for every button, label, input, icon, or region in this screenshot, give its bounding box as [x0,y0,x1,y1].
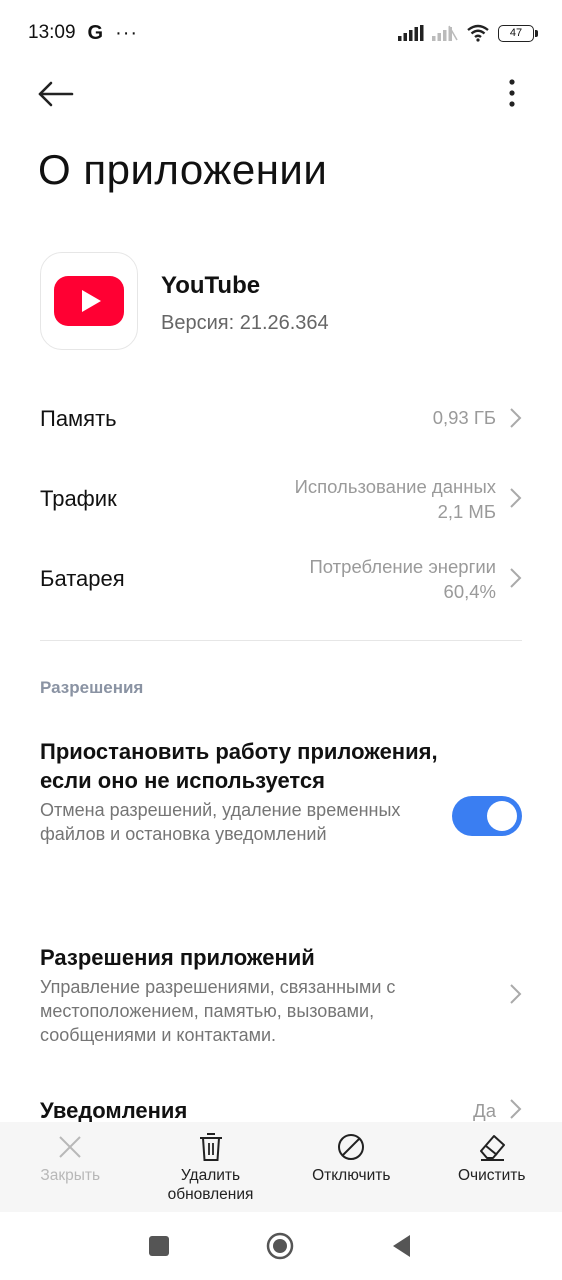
traffic-value-line2: 2,1 МБ [437,501,496,522]
back-nav-icon[interactable] [388,1232,416,1260]
home-icon[interactable] [266,1232,294,1260]
close-icon [59,1136,81,1158]
disable-app-label: Отключить [312,1167,391,1184]
storage-row[interactable]: Память 0,93 ГБ [40,388,522,448]
status-time: 13:09 [28,22,76,43]
traffic-value: Использование данных 2,1 МБ [295,474,496,524]
app-icon [40,252,138,350]
arrow-left-icon [38,81,74,107]
traffic-label: Трафик [40,486,117,511]
clear-data-button[interactable]: Очистить [422,1122,562,1212]
pause-app-setting[interactable]: Приостановить работу приложения, если он… [40,737,440,846]
bottom-action-bar: Закрыть Удалить обновления Отключить Очи… [0,1122,562,1212]
trash-icon [199,1133,222,1161]
battery-icon: 47 [498,24,538,42]
storage-value: 0,93 ГБ [433,405,496,430]
uninstall-updates-button[interactable]: Удалить обновления [141,1122,282,1212]
youtube-logo-icon [54,276,124,326]
back-button[interactable] [36,76,76,112]
app-version: Версия: 21.26.364 [161,312,329,334]
chevron-right-icon [510,568,522,588]
storage-value-line1: 0,93 ГБ [432,407,496,428]
disable-icon [338,1134,365,1160]
permissions-section-title: Разрешения [40,678,144,697]
notifications-label: Уведомления [40,1098,188,1122]
battery-value-line2: 60,4% [443,581,496,602]
status-bar: 13:09 G ··· 47 [0,0,562,66]
clear-data-label: Очистить [458,1167,526,1184]
traffic-row[interactable]: Трафик Использование данных 2,1 МБ [40,468,522,528]
notifications-row[interactable]: Уведомления Да [40,1088,522,1122]
google-icon: G [87,21,104,44]
chevron-right-icon [510,488,522,508]
signal-icon [398,25,424,41]
chevron-right-icon [510,408,522,428]
system-nav-bar [0,1212,562,1280]
page-title: О приложении [38,146,328,193]
wifi-icon [467,24,489,42]
eraser-icon [479,1135,505,1161]
pause-app-title: Приостановить работу приложения, если он… [40,739,438,793]
signal-2-icon [432,25,458,41]
storage-label: Память [40,406,117,431]
more-vert-icon [509,79,515,107]
more-options-button[interactable] [502,76,522,112]
close-app-button[interactable]: Закрыть [0,1122,141,1212]
battery-label: Батарея [40,566,125,591]
app-header: YouTube Версия: 21.26.364 [40,252,522,350]
pause-app-desc: Отмена разрешений, удаление временных фа… [40,800,401,844]
disable-app-button[interactable]: Отключить [281,1122,422,1212]
pause-app-toggle[interactable] [452,796,522,836]
notifications-value: Да [473,1100,496,1121]
chevron-right-icon [510,984,522,1004]
recents-icon[interactable] [145,1232,173,1260]
battery-value: Потребление энергии 60,4% [310,554,497,604]
traffic-value-line1: Использование данных [294,476,496,497]
battery-row[interactable]: Батарея Потребление энергии 60,4% [40,548,522,608]
toggle-knob [487,801,517,831]
status-left: 13:09 G ··· [28,22,138,45]
status-right: 47 [398,24,538,42]
close-app-label: Закрыть [40,1167,101,1184]
app-permissions-desc: Управление разрешениями, связанными с ме… [40,977,396,1045]
app-permissions-title: Разрешения приложений [40,945,315,970]
chevron-right-icon [510,1099,522,1119]
top-app-bar [0,66,562,122]
app-permissions-row[interactable]: Разрешения приложений Управление разреше… [40,943,460,1047]
divider [40,640,522,641]
more-notifications-icon: ··· [115,21,139,44]
app-name: YouTube [161,272,261,299]
battery-value-line1: Потребление энергии [309,556,497,577]
uninstall-updates-label: Удалить обновления [167,1167,254,1203]
